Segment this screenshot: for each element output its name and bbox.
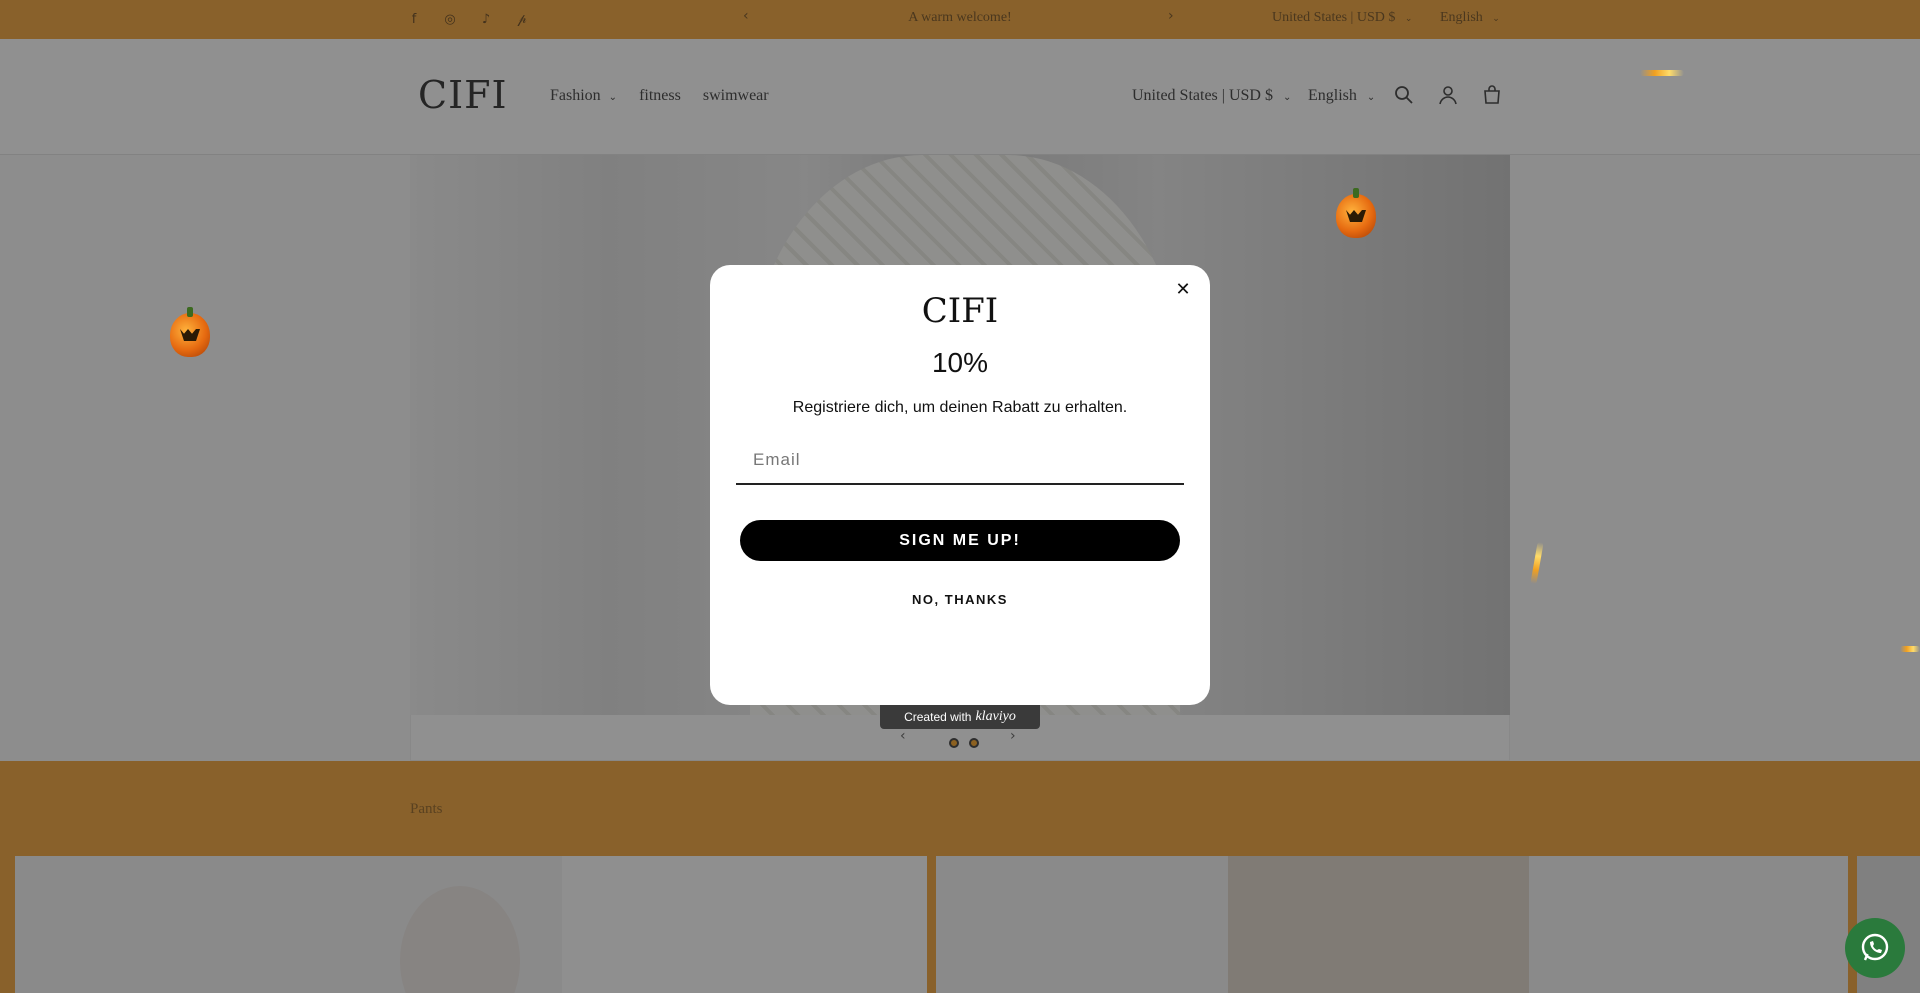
flame-streak-decoration [1900,646,1920,652]
modal-subtext: Registriere dich, um deinen Rabatt zu er… [792,399,1128,416]
badge-brand: klaviyo [975,709,1016,724]
signup-modal: ✕ CIFI 10% Registriere dich, um deinen R… [710,265,1210,705]
badge-prefix: Created with [904,710,972,724]
whatsapp-icon[interactable] [1845,918,1905,978]
pumpkin-decoration [1336,188,1376,238]
modal-logo: CIFI [921,291,999,331]
flame-streak-decoration [1640,70,1684,76]
email-field[interactable] [736,433,1184,485]
klaviyo-badge[interactable]: Created with klaviyo [880,705,1040,729]
signup-button[interactable]: SIGN ME UP! [740,520,1180,561]
pumpkin-decoration [170,307,210,357]
decline-button[interactable]: NO, THANKS [710,592,1210,607]
modal-headline: 10% [931,347,989,378]
